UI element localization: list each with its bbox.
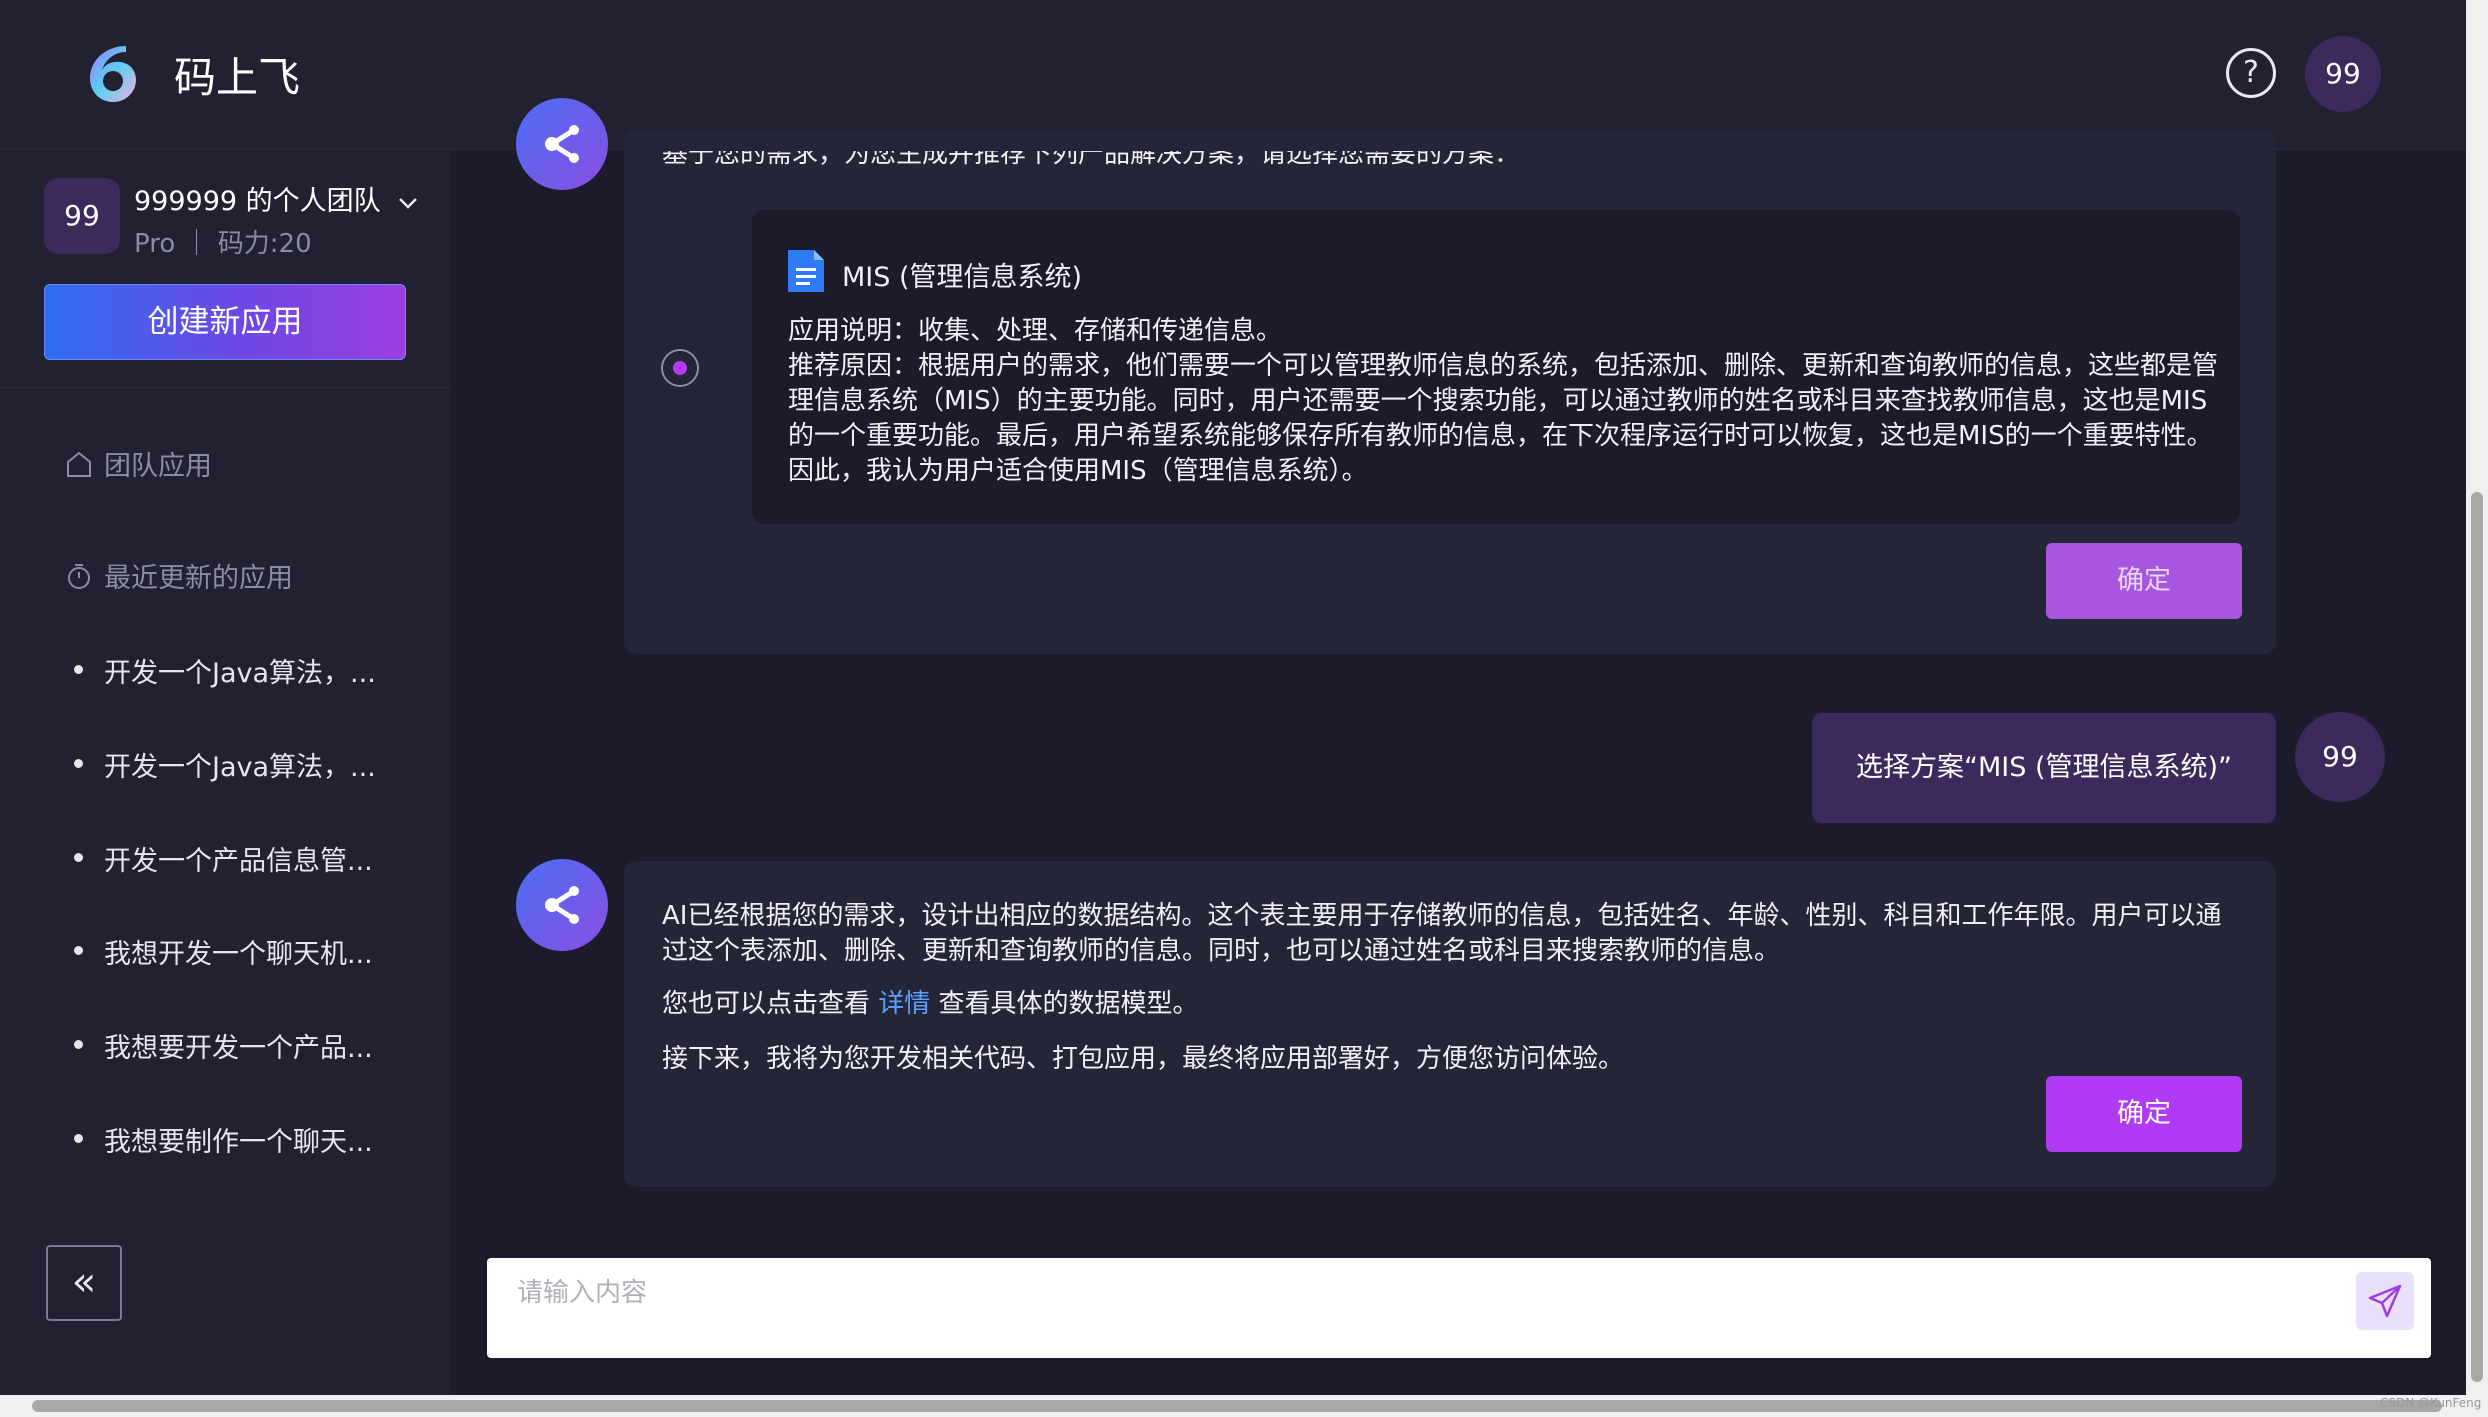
help-icon[interactable]: ? <box>2226 48 2276 98</box>
user-message-avatar: 99 <box>2295 712 2385 802</box>
confirm-button-disabled[interactable]: 确定 <box>2046 543 2242 619</box>
message-input[interactable] <box>487 1258 2431 1358</box>
top-header: 码上飞 ? 99 <box>0 0 2466 150</box>
watermark: CSDN @KunFeng <box>2380 1396 2482 1410</box>
send-icon <box>2368 1284 2402 1318</box>
nav-team-apps-label: 团队应用 <box>104 451 212 482</box>
vertical-scrollbar[interactable] <box>2466 0 2488 1417</box>
message-paragraph: AI已经根据您的需求，设计出相应的数据结构。这个表主要用于存储教师的信息，包括姓… <box>662 901 2222 966</box>
confirm-button[interactable]: 确定 <box>2046 1076 2242 1152</box>
message-paragraph: 接下来，我将为您开发相关代码、打包应用，最终将应用部署好，方便您访问体验。 <box>662 1044 1625 1074</box>
bot-avatar <box>516 859 608 951</box>
timer-icon <box>68 563 90 589</box>
create-app-button[interactable]: 创建新应用 <box>44 284 406 360</box>
nav-recent-apps-label: 最近更新的应用 <box>104 563 293 594</box>
collapse-sidebar-button[interactable]: « <box>46 1245 122 1321</box>
brand-name: 码上飞 <box>174 53 301 102</box>
bot-avatar <box>516 98 608 190</box>
message-input-box <box>487 1258 2431 1358</box>
recent-app-item[interactable]: 我想要开发一个产品... <box>74 1026 373 1065</box>
scrollbar-thumb[interactable] <box>2471 492 2483 1382</box>
sidebar: 99 999999 的个人团队 Pro ｜ 码力:20 创建新应用 团队应用 最… <box>0 151 450 1395</box>
send-button[interactable] <box>2356 1272 2414 1330</box>
details-link[interactable]: 详情 <box>878 989 930 1019</box>
home-icon <box>67 451 91 477</box>
document-icon <box>788 250 824 292</box>
recent-app-item[interactable]: 我想要制作一个聊天... <box>74 1120 373 1159</box>
team-avatar[interactable]: 99 <box>44 178 120 254</box>
team-name[interactable]: 999999 的个人团队 <box>134 179 381 218</box>
recent-app-item[interactable]: 开发一个产品信息管... <box>74 839 373 878</box>
plan-body: 应用说明：收集、处理、存储和传递信息。 推荐原因：根据用户的需求，他们需要一个可… <box>788 314 2218 489</box>
plan-description: 应用说明：收集、处理、存储和传递信息。 <box>788 316 1283 346</box>
plan-reason: 推荐原因：根据用户的需求，他们需要一个可以管理教师信息的系统，包括添加、删除、更… <box>788 351 2219 486</box>
team-plan-info: Pro ｜ 码力:20 <box>134 229 312 259</box>
recent-app-item[interactable]: 我想开发一个聊天机... <box>74 932 373 971</box>
nav-recent-apps[interactable]: 最近更新的应用 <box>64 556 293 595</box>
scrollbar-thumb[interactable] <box>32 1400 2442 1412</box>
share-icon <box>545 125 579 163</box>
user-avatar[interactable]: 99 <box>2305 36 2381 112</box>
logo-icon[interactable] <box>80 40 146 106</box>
nav-team-apps[interactable]: 团队应用 <box>64 444 212 483</box>
message-paragraph: 您也可以点击查看 详情 查看具体的数据模型。 <box>662 989 1199 1019</box>
chevron-down-icon[interactable] <box>396 191 420 215</box>
recent-app-item[interactable]: 开发一个Java算法，... <box>74 651 376 690</box>
plan-title: MIS (管理信息系统) <box>842 262 1083 293</box>
horizontal-scrollbar[interactable] <box>0 1395 2466 1417</box>
message-intro: 基于您的需求，为您生成并推荐下列产品解决方案，请选择您需要的方案： <box>662 151 1521 169</box>
recent-app-item[interactable]: 开发一个Java算法，... <box>74 745 376 784</box>
plan-radio[interactable] <box>661 349 699 387</box>
share-icon <box>545 886 579 924</box>
user-message-bubble: 选择方案“MIS (管理信息系统)” <box>1812 713 2276 823</box>
divider <box>0 387 450 388</box>
